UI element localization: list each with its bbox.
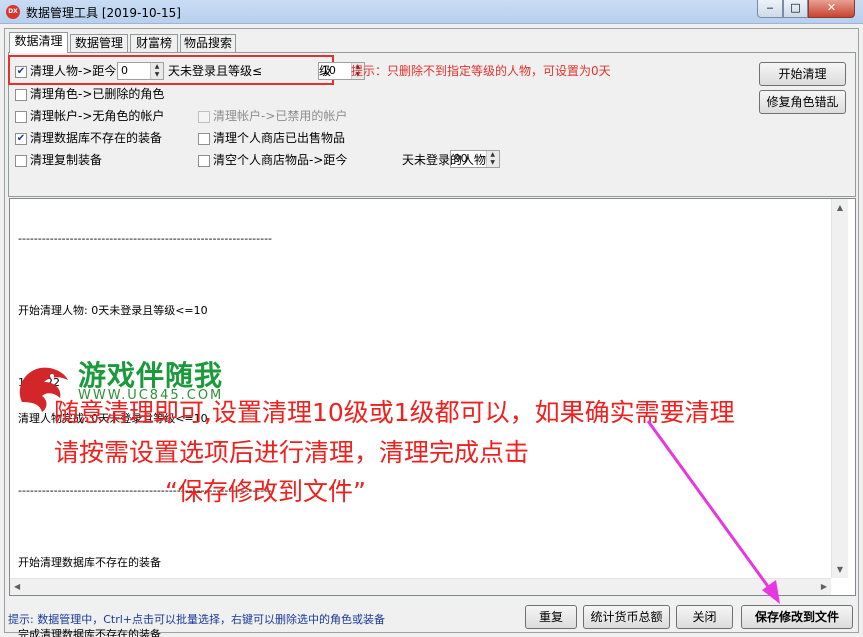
clean-shop-sold-checkbox[interactable]	[198, 132, 210, 145]
log-line: 完成清理数据库不存在的装备	[18, 628, 161, 637]
days-value: 0	[121, 64, 128, 77]
clean-dup-equip-row[interactable]: 清理复制装备	[15, 152, 102, 168]
close-button[interactable]: 关闭	[676, 605, 733, 629]
clean-shop-sold-row[interactable]: 清理个人商店已出售物品	[198, 130, 345, 146]
tab-data-clean[interactable]: 数据清理	[9, 32, 68, 53]
clean-shop-sold-label: 清理个人商店已出售物品	[213, 131, 346, 145]
stats-currency-button[interactable]: 统计货币总额	[583, 605, 670, 629]
clean-account-norole-checkbox[interactable]	[15, 110, 27, 123]
maximize-button[interactable]: □	[783, 0, 808, 18]
clean-account-norole-label: 清理帐户->无角色的帐户	[30, 109, 165, 123]
spinner-arrows-icon[interactable]: ▲ ▼	[485, 151, 499, 167]
clean-account-disabled-row: 清理帐户->已禁用的帐户	[198, 108, 347, 124]
save-to-file-button[interactable]: 保存修改到文件	[741, 605, 853, 629]
level-suffix: 级	[319, 64, 332, 78]
clean-account-norole-row[interactable]: 清理帐户->无角色的帐户	[15, 108, 164, 124]
log-line: 开始清理数据库不存在的装备	[18, 556, 161, 569]
clean-character-label: 清理人物->距今	[30, 64, 117, 78]
minimize-button[interactable]: ‒	[757, 0, 783, 18]
clear-shop-label: 清空个人商店物品->距今	[213, 153, 348, 167]
tab-wealth-rank[interactable]: 财富榜	[130, 34, 178, 52]
tab-data-manage[interactable]: 数据管理	[70, 34, 128, 52]
vertical-scrollbar[interactable]: ▲ ▼	[831, 199, 848, 578]
reset-button[interactable]: 重复	[525, 605, 577, 629]
clean-character-row: ✔ 清理人物->距今	[15, 63, 116, 79]
clean-db-equip-label: 清理数据库不存在的装备	[30, 131, 163, 145]
clean-db-equip-checkbox[interactable]: ✔	[15, 132, 27, 145]
clean-role-checkbox[interactable]	[15, 88, 27, 101]
shop-days-suffix: 天未登录的人物	[402, 153, 487, 167]
clean-account-disabled-checkbox	[198, 110, 210, 123]
repair-role-button[interactable]: 修复角色错乱	[759, 90, 846, 114]
horizontal-scrollbar[interactable]: ◀ ▶	[10, 578, 831, 595]
app-icon: DX	[6, 5, 20, 19]
window-title: 数据管理工具 [2019-10-15]	[26, 6, 181, 20]
clean-account-disabled-label: 清理帐户->已禁用的帐户	[213, 109, 348, 123]
clean-role-row[interactable]: 清理角色->已删除的角色	[15, 86, 164, 102]
scroll-left-icon[interactable]: ◀	[14, 582, 20, 591]
clear-shop-checkbox[interactable]	[198, 154, 210, 167]
log-line: ----------------------------------------…	[18, 232, 273, 245]
days-spinner[interactable]: 0 ▲ ▼	[117, 62, 164, 80]
scroll-down-icon[interactable]: ▼	[832, 565, 848, 574]
annotation-line-1: 随意清理即可,设置清理10级或1级都可以，如果确实需要清理	[54, 398, 735, 427]
start-clean-button[interactable]: 开始清理	[759, 62, 846, 86]
annotation-line-2: 请按需设置选项后进行清理，清理完成点击	[54, 438, 530, 467]
clean-dup-equip-checkbox[interactable]	[15, 154, 27, 167]
status-hint: 提示: 数据管理中，Ctrl+点击可以批量选择，右键可以删除选中的角色或装备	[8, 613, 385, 626]
tip-text: 提示：只删除不到指定等级的人物，可设置为0天	[351, 64, 611, 78]
log-line: 开始清理人物: 0天未登录且等级<=10	[18, 304, 208, 317]
tab-item-search[interactable]: 物品搜索	[180, 34, 236, 52]
clean-role-label: 清理角色->已删除的角色	[30, 87, 165, 101]
clean-db-equip-row[interactable]: ✔ 清理数据库不存在的装备	[15, 130, 162, 146]
log-line: ----------------------------------------…	[18, 484, 273, 497]
annotation-line-3: “保存修改到文件”	[165, 477, 366, 506]
close-window-button[interactable]: ✕	[808, 0, 855, 18]
scroll-up-icon[interactable]: ▲	[832, 203, 848, 212]
clear-shop-row[interactable]: 清空个人商店物品->距今	[198, 152, 347, 168]
days-level-label: 天未登录且等级≤	[168, 64, 263, 78]
scroll-right-icon[interactable]: ▶	[821, 582, 827, 591]
spinner-arrows-icon[interactable]: ▲ ▼	[150, 63, 163, 79]
clean-dup-equip-label: 清理复制装备	[30, 153, 103, 167]
clean-character-checkbox[interactable]: ✔	[15, 65, 27, 78]
